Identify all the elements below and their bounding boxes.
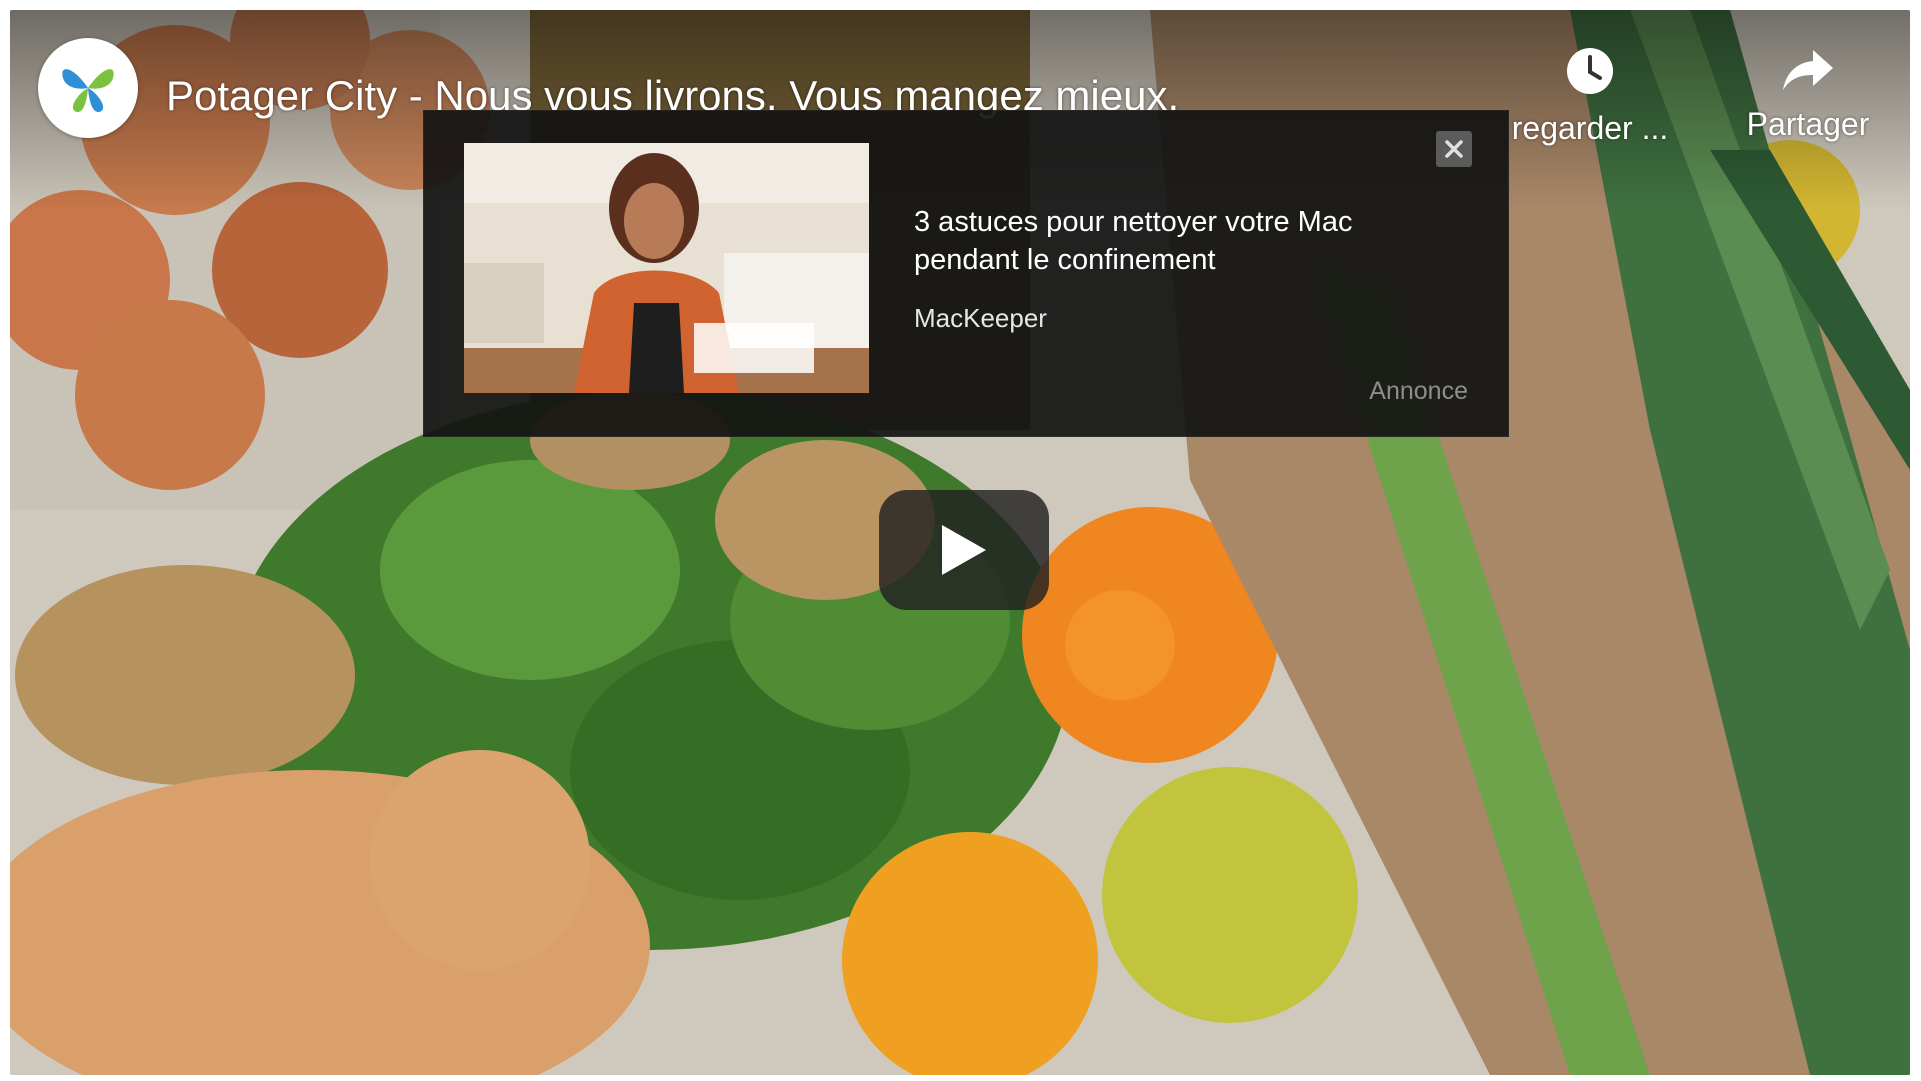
ad-image [464,143,869,393]
ad-overlay[interactable]: 3 astuces pour nettoyer votre Mac pendan… [423,110,1509,437]
watch-later-label: regarder ... [1511,110,1669,146]
play-button[interactable] [879,490,1049,610]
play-icon [942,525,986,575]
ad-label: Annonce [1369,377,1468,405]
ad-close-button[interactable] [1436,131,1472,167]
share-arrow-icon [1783,50,1833,90]
share-button[interactable]: Partager [1728,46,1888,143]
ad-thumbnail[interactable] [464,143,869,393]
clock-icon [1567,48,1613,94]
butterfly-logo-icon [62,69,114,113]
ad-advertiser[interactable]: MacKeeper [914,303,1047,334]
share-label: Partager [1746,106,1870,142]
close-icon [1445,140,1463,158]
video-player[interactable]: Potager City - Nous vous livrons. Vous m… [10,10,1910,1075]
channel-logo[interactable] [38,38,138,138]
ad-headline[interactable]: 3 astuces pour nettoyer votre Mac pendan… [914,203,1354,279]
watch-later-button[interactable]: regarder ... [1510,46,1670,147]
